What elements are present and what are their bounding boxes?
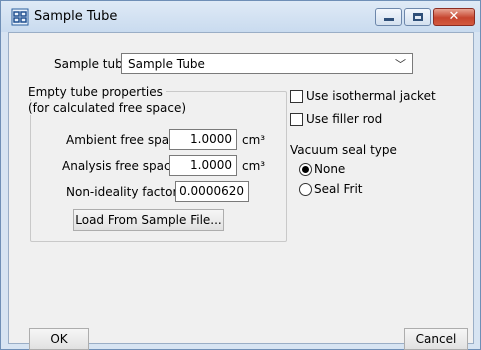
analysis-free-space-label: Analysis free space:: [62, 159, 182, 173]
title-bar[interactable]: Sample Tube ✕: [1, 1, 480, 32]
sample-tube-select[interactable]: Sample Tube ﹀: [121, 53, 413, 74]
filler-rod-label: Use filler rod: [306, 112, 383, 126]
vacuum-seal-label: Vacuum seal type: [290, 143, 397, 157]
minimize-button[interactable]: [375, 8, 402, 26]
maximize-icon: [413, 13, 423, 21]
analysis-unit: cm³: [242, 159, 266, 173]
sample-tube-value: Sample Tube: [128, 57, 205, 71]
vacuum-seal-frit-label: Seal Frit: [314, 182, 363, 196]
dialog-content: Sample tube: Sample Tube ﹀ Empty tube pr…: [8, 32, 474, 350]
non-ideality-label: Non-ideality factor:: [66, 185, 182, 199]
ambient-free-space-input[interactable]: 1.0000: [169, 129, 237, 150]
radio-selected-dot: [302, 166, 309, 173]
load-from-sample-file-button[interactable]: Load From Sample File...: [73, 209, 224, 231]
close-icon: ✕: [448, 9, 460, 24]
vacuum-seal-none-label: None: [314, 162, 346, 176]
maximize-button[interactable]: [404, 8, 431, 26]
analysis-free-space-input[interactable]: 1.0000: [169, 155, 237, 176]
dialog-window: Sample Tube ✕ Sample tube: Sample Tube ﹀…: [0, 0, 481, 350]
vacuum-seal-frit-radio[interactable]: [299, 183, 312, 196]
empty-tube-subheading: (for calculated free space): [28, 101, 190, 115]
chevron-down-icon: ﹀: [395, 58, 406, 71]
empty-tube-heading: Empty tube properties: [28, 85, 166, 99]
minimize-icon: [384, 18, 394, 21]
cancel-button[interactable]: Cancel: [404, 328, 468, 350]
ok-button[interactable]: OK: [29, 328, 89, 350]
close-button[interactable]: ✕: [433, 8, 475, 26]
isothermal-jacket-label: Use isothermal jacket: [306, 89, 436, 103]
vacuum-seal-none-radio[interactable]: [299, 163, 312, 176]
isothermal-jacket-checkbox[interactable]: [290, 90, 303, 103]
filler-rod-checkbox[interactable]: [290, 113, 303, 126]
non-ideality-input[interactable]: 0.0000620: [175, 181, 249, 202]
app-icon: [11, 8, 29, 26]
ambient-unit: cm³: [242, 133, 266, 147]
window-title: Sample Tube: [34, 9, 118, 24]
